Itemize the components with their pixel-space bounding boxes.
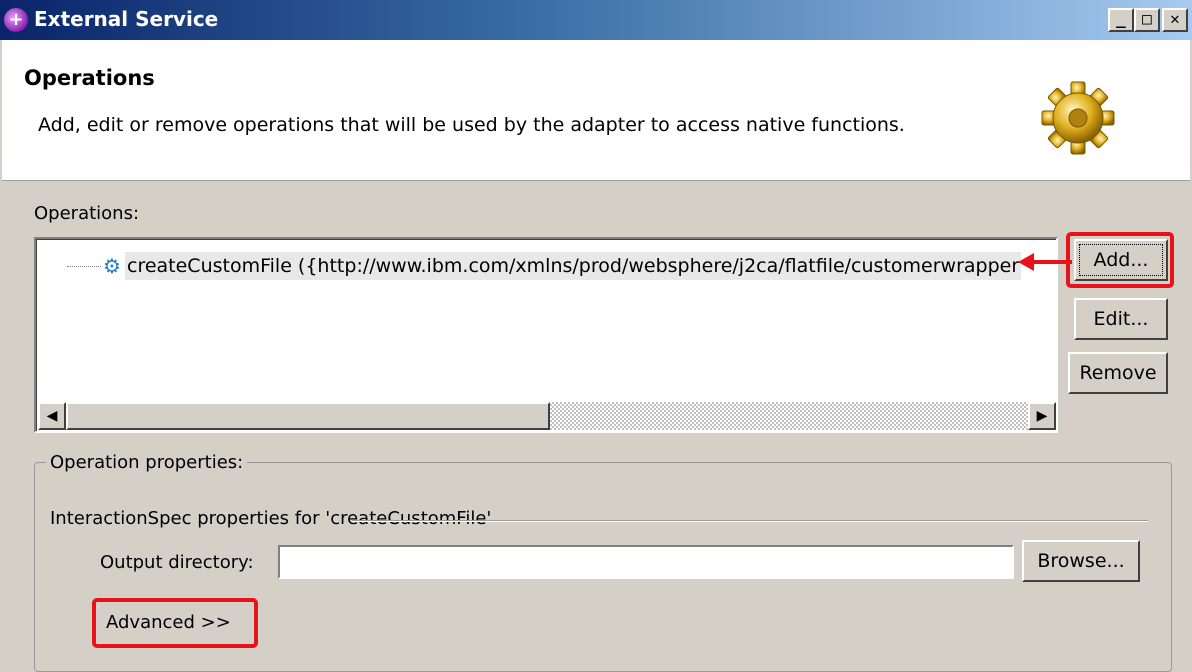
maximize-button[interactable]: □ — [1134, 8, 1160, 32]
interactionspec-label: InteractionSpec properties for 'createCu… — [50, 508, 492, 529]
horizontal-scrollbar[interactable]: ◀ ▶ — [38, 402, 1056, 430]
operations-label: Operations: — [34, 203, 140, 224]
output-directory-field[interactable] — [278, 545, 1014, 579]
output-directory-label: Output directory: — [100, 552, 254, 573]
operation-gear-icon: ⚙ — [103, 254, 121, 278]
close-button[interactable]: ✕ — [1162, 8, 1188, 32]
wizard-header: Operations Add, edit or remove operation… — [2, 40, 1190, 181]
title-bar: + External Service _ □ ✕ — [0, 0, 1192, 40]
separator — [352, 520, 1148, 522]
remove-button[interactable]: Remove — [1068, 352, 1168, 394]
minimize-button[interactable]: _ — [1108, 8, 1134, 32]
edit-button[interactable]: Edit... — [1074, 298, 1168, 340]
window-title: External Service — [34, 7, 219, 31]
scroll-thumb[interactable] — [66, 402, 550, 430]
browse-button[interactable]: Browse... — [1022, 540, 1140, 582]
add-highlight-box — [1066, 232, 1174, 288]
operation-name[interactable]: createCustomFile ({http://www.ibm.com/xm… — [125, 252, 1022, 280]
scroll-left-icon[interactable]: ◀ — [38, 402, 66, 430]
annotation-arrow-icon — [1018, 253, 1072, 271]
page-title: Operations — [24, 66, 155, 90]
operation-properties-label: Operation properties: — [46, 452, 248, 473]
advanced-highlight-box — [92, 598, 258, 648]
scroll-right-icon[interactable]: ▶ — [1028, 402, 1056, 430]
operations-list[interactable]: ⚙ createCustomFile ({http://www.ibm.com/… — [34, 237, 1058, 433]
page-description: Add, edit or remove operations that will… — [38, 114, 905, 136]
tree-connector — [67, 266, 101, 267]
gear-icon — [1041, 81, 1115, 155]
app-icon: + — [4, 8, 28, 32]
list-item[interactable]: ⚙ createCustomFile ({http://www.ibm.com/… — [37, 250, 1056, 282]
